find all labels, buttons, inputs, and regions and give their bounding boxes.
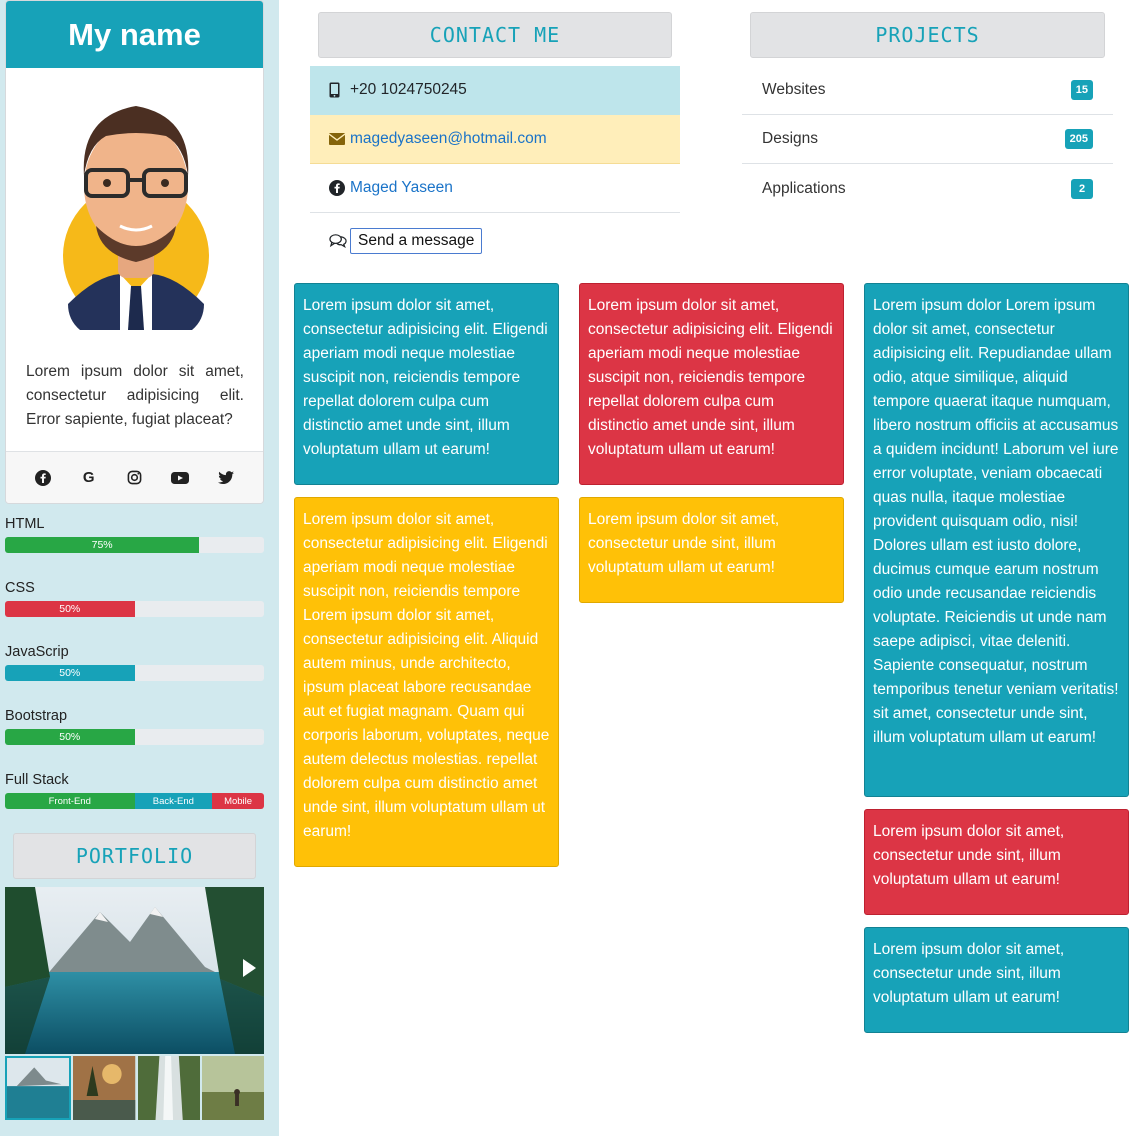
fullstack-frontend-bar: Front-End	[5, 793, 135, 809]
card-teal-1: Lorem ipsum dolor sit amet, consectetur …	[294, 283, 559, 485]
youtube-icon[interactable]	[171, 469, 190, 487]
project-item-websites[interactable]: Websites 15	[742, 66, 1113, 115]
skill-css-label: CSS	[5, 580, 35, 596]
portfolio-carousel[interactable]	[5, 887, 264, 1054]
project-count-badge: 15	[1070, 80, 1093, 100]
carousel-thumb[interactable]	[137, 1056, 200, 1120]
contact-phone-text: +20 1024750245	[350, 81, 467, 98]
contact-email-link[interactable]: magedyaseen@hotmail.com	[350, 130, 547, 148]
carousel-indicators	[5, 1056, 264, 1120]
skill-bootstrap-bar: 50%	[5, 729, 135, 745]
project-item-designs[interactable]: Designs 205	[742, 115, 1113, 164]
profile-bio: Lorem ipsum dolor sit amet, consectetur …	[26, 363, 244, 428]
facebook-icon	[329, 180, 347, 196]
skill-html-label: HTML	[5, 516, 45, 532]
profile-card: My name Lorem ipsum dolor sit amet, cons…	[5, 0, 264, 504]
projects-heading: PROJECTS	[750, 12, 1105, 58]
carousel-next-icon[interactable]	[243, 959, 256, 977]
twitter-icon[interactable]	[217, 469, 235, 487]
carousel-thumb[interactable]	[201, 1056, 264, 1120]
skill-bootstrap-label: Bootstrap	[5, 708, 68, 724]
card-yellow-2: Lorem ipsum dolor sit amet, consectetur …	[579, 497, 844, 603]
skill-fullstack-label: Full Stack	[5, 772, 69, 788]
send-message-button[interactable]: Send a message	[350, 227, 483, 254]
skill-html-progress: 75%	[5, 537, 264, 553]
carousel-thumb[interactable]	[5, 1056, 72, 1120]
comments-icon	[329, 233, 347, 248]
contact-facebook: Maged Yaseen	[310, 164, 680, 213]
facebook-icon[interactable]	[34, 469, 52, 487]
profile-name: My name	[6, 1, 263, 68]
portfolio-heading: PORTFOLIO	[13, 833, 256, 879]
skill-css-progress: 50%	[5, 601, 264, 617]
contact-email: magedyaseen@hotmail.com	[310, 115, 680, 164]
skill-javascript-bar: 50%	[5, 665, 135, 681]
carousel-thumb[interactable]	[73, 1056, 136, 1120]
contact-heading: CONTACT ME	[318, 12, 672, 58]
skill-html-bar: 75%	[5, 537, 200, 553]
contact-phone: +20 1024750245	[310, 66, 680, 115]
project-label: Applications	[762, 179, 846, 197]
google-icon[interactable]: G	[80, 469, 98, 487]
fullstack-backend-bar: Back-End	[134, 793, 213, 809]
card-red-2: Lorem ipsum dolor sit amet, consectetur …	[864, 809, 1129, 915]
contact-facebook-link[interactable]: Maged Yaseen	[350, 179, 453, 197]
skill-bootstrap-progress: 50%	[5, 729, 264, 745]
carousel-slide-image	[5, 887, 264, 1054]
card-red-1: Lorem ipsum dolor sit amet, consectetur …	[579, 283, 844, 485]
sidebar: My name Lorem ipsum dolor sit amet, cons…	[0, 0, 279, 1136]
social-links: G	[6, 451, 263, 503]
project-count-badge: 205	[1064, 129, 1093, 149]
envelope-icon	[329, 133, 347, 145]
card-yellow-1: Lorem ipsum dolor sit amet, consectetur …	[294, 497, 559, 867]
skill-javascript-progress: 50%	[5, 665, 264, 681]
project-label: Designs	[762, 130, 818, 147]
avatar	[60, 106, 212, 330]
skill-javascript-label: JavaScrip	[5, 644, 69, 660]
contact-message: Send a message	[310, 213, 680, 268]
card-teal-3: Lorem ipsum dolor sit amet, consectetur …	[864, 927, 1129, 1033]
project-label: Websites	[762, 81, 826, 98]
project-item-applications[interactable]: Applications 2	[742, 164, 1113, 213]
instagram-icon[interactable]	[125, 469, 143, 487]
phone-icon	[329, 82, 347, 98]
card-teal-2: Lorem ipsum dolor Lorem ipsum dolor sit …	[864, 283, 1129, 797]
fullstack-mobile-bar: Mobile	[212, 793, 264, 809]
skill-fullstack-progress: Front-End Back-End Mobile	[5, 793, 264, 809]
project-count-badge: 2	[1071, 178, 1093, 199]
skill-css-bar: 50%	[5, 601, 135, 617]
